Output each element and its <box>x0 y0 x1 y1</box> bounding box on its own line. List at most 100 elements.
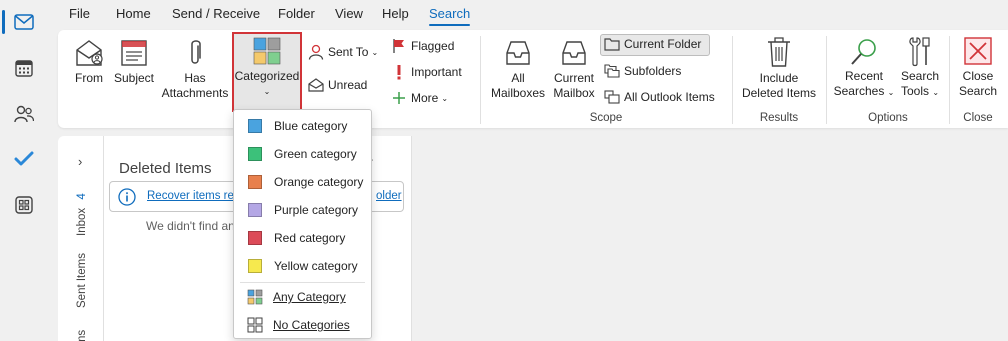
all-outlook-items-label: All Outlook Items <box>624 90 715 104</box>
category-item-yellow[interactable]: Yellow category <box>234 254 371 278</box>
current-mailbox-label-2: Mailbox <box>553 86 595 100</box>
folder-inbox[interactable]: Inbox 4 <box>76 193 88 236</box>
apps-icon[interactable] <box>8 189 40 221</box>
red-swatch-icon <box>248 231 262 245</box>
no-categories-label: No Categories <box>273 318 350 332</box>
subject-button[interactable]: Subject <box>112 38 156 86</box>
flagged-button[interactable]: Flagged <box>391 38 454 54</box>
flag-icon <box>393 39 404 53</box>
paperclip-icon <box>191 40 201 64</box>
category-item-label: Green category <box>274 147 357 161</box>
tab-folder[interactable]: Folder <box>278 6 315 21</box>
categorized-label: Categorized <box>234 69 300 83</box>
tab-view[interactable]: View <box>335 6 363 21</box>
green-swatch-icon <box>248 147 262 161</box>
category-item-label: Blue category <box>274 119 348 133</box>
all-mailboxes-button[interactable]: All Mailboxes <box>488 38 548 101</box>
current-mailbox-button[interactable]: Current Mailbox <box>548 38 600 101</box>
important-button[interactable]: Important <box>391 64 462 80</box>
close-search-label-2: Search <box>958 84 998 98</box>
folder-inbox-label: Inbox <box>76 207 88 236</box>
mail-icon[interactable] <box>2 6 40 38</box>
close-search-label-1: Close <box>962 69 994 83</box>
subject-label: Subject <box>113 71 155 85</box>
sent-to-button[interactable]: Sent To ⌄ <box>308 44 378 60</box>
recover-items-link-tail[interactable]: older <box>376 190 402 202</box>
tab-search[interactable]: Search <box>429 6 471 26</box>
tools-icon <box>909 37 930 67</box>
categorized-button[interactable]: Categorized ⌄ <box>234 36 300 99</box>
magnifier-icon <box>851 39 876 65</box>
flagged-label: Flagged <box>411 39 455 53</box>
category-item-label: Orange category <box>274 175 364 189</box>
tab-file[interactable]: File <box>69 6 90 21</box>
all-outlook-items-button[interactable]: All Outlook Items <box>604 90 715 104</box>
person-icon <box>308 44 324 60</box>
chevron-down-icon: ⌄ <box>371 47 379 57</box>
subfolders-icon <box>604 64 620 78</box>
category-item-orange[interactable]: Orange category <box>234 170 371 194</box>
category-dropdown: Blue category Green category Orange cate… <box>233 109 372 339</box>
all-mailboxes-label-1: All <box>511 71 525 85</box>
info-icon <box>118 188 136 206</box>
calendar-icon[interactable] <box>8 52 40 84</box>
folder-items-partial[interactable]: Items <box>76 330 88 341</box>
todo-icon[interactable] <box>8 143 40 175</box>
close-search-button[interactable]: Close Search <box>954 36 1002 99</box>
include-deleted-label-1: Include <box>759 71 799 85</box>
category-item-green[interactable]: Green category <box>234 142 371 166</box>
unread-label: Unread <box>328 78 368 92</box>
category-item-purple[interactable]: Purple category <box>234 198 371 222</box>
all-items-icon <box>604 90 620 104</box>
purple-swatch-icon <box>248 203 262 217</box>
current-mailbox-label-1: Current <box>553 71 594 85</box>
tab-help[interactable]: Help <box>382 6 409 21</box>
chevron-down-icon: ⌄ <box>263 87 271 96</box>
categories-icon <box>253 37 281 65</box>
expand-chevron-icon[interactable]: › <box>78 154 82 169</box>
plus-icon <box>393 92 405 104</box>
folder-pane: › Inbox 4 Sent Items Items <box>58 136 104 341</box>
from-icon <box>76 40 103 66</box>
category-item-red[interactable]: Red category <box>234 226 371 250</box>
blue-swatch-icon <box>248 119 262 133</box>
recover-items-link[interactable]: Recover items rec <box>147 190 240 202</box>
menu-bar: File Home Send / Receive Folder View Hel… <box>48 0 1008 30</box>
people-icon[interactable] <box>8 98 40 130</box>
category-item-blue[interactable]: Blue category <box>234 114 371 138</box>
no-categories-item[interactable]: No Categories <box>234 313 371 337</box>
scope-group-label: Scope <box>589 112 623 124</box>
chevron-down-icon: ⌄ <box>441 93 449 103</box>
from-button[interactable]: From <box>70 38 108 86</box>
sent-to-label: Sent To <box>328 45 369 59</box>
important-label: Important <box>411 65 462 79</box>
menu-separator <box>240 282 365 283</box>
any-category-icon <box>247 289 263 305</box>
ribbon-separator <box>826 36 827 124</box>
search-ribbon: From Subject Has Attachments Categorized… <box>58 30 1008 128</box>
any-category-item[interactable]: Any Category <box>234 285 371 309</box>
ribbon-separator <box>949 36 950 124</box>
inbox-tray-icon <box>506 41 530 65</box>
any-category-label: Any Category <box>273 290 346 304</box>
search-tools-label-1: Search <box>900 69 940 83</box>
reading-pane <box>412 136 1008 341</box>
current-folder-button[interactable]: Current Folder <box>604 37 701 51</box>
folder-title: Deleted Items <box>119 160 212 177</box>
tab-send-receive[interactable]: Send / Receive <box>172 6 260 21</box>
folder-sent-items[interactable]: Sent Items <box>76 253 88 308</box>
envelope-open-icon <box>308 78 324 92</box>
tab-home[interactable]: Home <box>116 6 151 21</box>
options-group-label: Options <box>868 112 908 124</box>
recent-searches-label-1: Recent <box>844 69 884 83</box>
search-tools-button[interactable]: Search Tools ⌄ <box>896 36 944 100</box>
unread-button[interactable]: Unread <box>308 78 367 92</box>
include-deleted-items-button[interactable]: Include Deleted Items <box>738 36 820 101</box>
recent-searches-button[interactable]: Recent Searches ⌄ <box>832 36 896 100</box>
has-attachments-button[interactable]: Has Attachments <box>158 38 232 101</box>
empty-message: We didn't find an <box>146 219 235 233</box>
more-button[interactable]: More ⌄ <box>391 90 448 106</box>
has-attachments-label-1: Has <box>184 71 206 85</box>
subfolders-button[interactable]: Subfolders <box>604 64 681 78</box>
results-group-label: Results <box>759 112 799 124</box>
